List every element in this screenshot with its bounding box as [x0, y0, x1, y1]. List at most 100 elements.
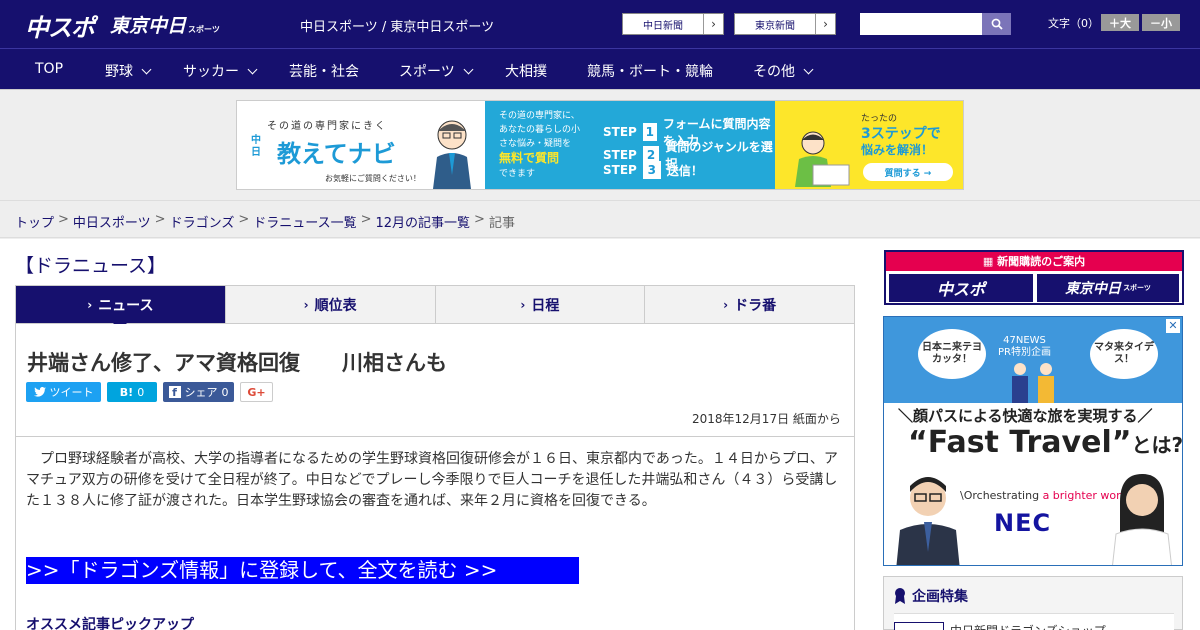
banner-ask-button[interactable]: 質問する →	[863, 163, 953, 181]
paper-button-label: 東京新聞	[755, 20, 795, 32]
search-input[interactable]	[860, 13, 982, 35]
subscribe-chuspo-logo[interactable]: 中スポ	[889, 274, 1033, 302]
ad-line-2-main: “Fast Travel”	[908, 425, 1132, 460]
chunichi-shimbun-button[interactable]: 中日新聞 ›	[622, 13, 724, 35]
register-cta-link[interactable]: >>「ドラゴンズ情報」に登録して、全文を読む >>	[26, 557, 579, 584]
chevron-right-icon: ›	[303, 297, 309, 312]
chuspo-logo[interactable]: 中スポ	[25, 8, 95, 43]
ad-line-2-suffix: とは?	[1131, 433, 1183, 457]
subscription-heading-label: 新聞購読のご案内	[997, 255, 1086, 268]
oshiete-navi-banner[interactable]: その道の専門家にきく 中日 教えてナビ お気軽にご質問ください！ その道の専門家…	[236, 100, 964, 190]
google-plus-button[interactable]: G+	[240, 382, 273, 402]
nav-entertainment[interactable]: 芸能・社会	[289, 61, 359, 81]
article-body: プロ野球経験者が高校、大学の指導者になるための学生野球資格回復研修会が１６日、東…	[26, 451, 838, 509]
breadcrumb-separator: >	[360, 212, 372, 227]
tab-news[interactable]: › ニュース	[16, 286, 226, 330]
article-date: 2018年12月17日 紙面から	[692, 412, 841, 426]
subscribe-tokyo-text: 東京中日	[1065, 281, 1122, 297]
breadcrumb-link-dragons[interactable]: ドラゴンズ	[170, 212, 235, 231]
tweet-button[interactable]: ツイート	[26, 382, 101, 402]
tokyo-shimbun-button[interactable]: 東京新聞 ›	[734, 13, 836, 35]
man-photo	[896, 477, 960, 565]
chevron-right-icon: ›	[520, 297, 526, 312]
facebook-share-button[interactable]: f シェア 0	[163, 382, 234, 402]
close-icon[interactable]: ✕	[1166, 319, 1180, 333]
hatena-count: 0	[137, 385, 145, 399]
banner-mid-copy: その道の専門家に、あなたの暮らしの小さな悩み・疑問を	[499, 111, 581, 149]
nec-fast-travel-ad[interactable]: 日本ニ来テヨカッタ！ マタ来タイデス！ 47NEWS PR特別企画 ✕ ＼顔パス…	[883, 316, 1183, 566]
ad-orch-prefix: \Orchestrating	[960, 489, 1040, 502]
breadcrumb-link-news-list[interactable]: ドラニュース一覧	[253, 212, 356, 231]
breadcrumb-link-december[interactable]: 12月の記事一覧	[376, 212, 471, 231]
nav-soccer[interactable]: サッカー	[183, 61, 258, 81]
ad-bubble-right: マタ来タイデス！	[1090, 329, 1158, 379]
nav-label: TOP	[35, 61, 64, 77]
nav-label: 大相撲	[505, 64, 547, 80]
hatena-icon: B!	[119, 385, 134, 399]
tab-label: ドラ番	[734, 297, 777, 314]
nav-top[interactable]: TOP	[35, 61, 63, 77]
banner-brand-small: 中日	[251, 135, 261, 158]
ad-orchestrating: \Orchestrating a brighter world	[960, 489, 1131, 502]
banner-step: STEP 3 送信！	[603, 161, 703, 179]
feature-item[interactable]: 中日新聞ドラゴンズショップ	[894, 613, 1174, 630]
step-label: STEP	[603, 125, 637, 139]
banner-mid-panel: その道の専門家に、あなたの暮らしの小さな悩み・疑問を 無料で質問 できます ST…	[485, 101, 775, 189]
nav-sports[interactable]: スポーツ	[399, 61, 474, 81]
feature-item-label: 中日新聞ドラゴンズショップ	[950, 622, 1106, 630]
nav-label: 競馬・ボート・競輪	[587, 64, 713, 80]
nec-logo: NEC	[994, 509, 1052, 537]
chevron-down-icon	[247, 64, 258, 74]
nav-label: 芸能・社会	[289, 64, 359, 80]
breadcrumb-link-top[interactable]: トップ	[15, 212, 54, 231]
tab-standings[interactable]: › 順位表	[225, 286, 436, 323]
ad-body-panel: ＼顔パスによる快適な旅を実現する／ “Fast Travel”とは? \Orch…	[884, 403, 1183, 565]
chevron-right-icon: ›	[703, 14, 723, 34]
ad-line-1: ＼顔パスによる快適な旅を実現する／	[898, 407, 1153, 425]
consultant-illustration	[433, 120, 471, 189]
tokyo-chunichi-logo[interactable]: 東京中日 スポーツ	[110, 11, 220, 38]
subscription-heading: ▦ 新聞購読のご案内	[886, 252, 1182, 271]
breadcrumb-link-chuspo[interactable]: 中日スポーツ	[73, 212, 151, 231]
chevron-right-icon: ›	[815, 14, 835, 34]
share-count: 0	[221, 385, 229, 399]
tweet-label: ツイート	[49, 386, 94, 399]
hatena-button[interactable]: B! 0	[107, 382, 157, 402]
banner-right-panel: たったの 3ステップで 悩みを解消！ 質問する →	[775, 101, 963, 189]
ad-bubble-left: 日本ニ来テヨカッタ！	[918, 329, 986, 379]
banner-left-panel: その道の専門家にきく 中日 教えてナビ お気軽にご質問ください！	[237, 101, 485, 189]
subscribe-tokyo-logo[interactable]: 東京中日 スポーツ	[1037, 274, 1179, 302]
banner-right-big: 3ステップで	[861, 126, 941, 142]
subscription-box[interactable]: ▦ 新聞購読のご案内 中スポ 東京中日 スポーツ	[884, 250, 1184, 305]
dora-tabs: › ニュース › 順位表 › 日程 › ドラ番	[15, 285, 855, 330]
breadcrumb-current: 記事	[488, 216, 515, 231]
nav-other[interactable]: その他	[753, 61, 814, 81]
feature-title: 企画特集	[894, 586, 968, 606]
breadcrumb-separator: >	[154, 212, 166, 227]
tab-label: 日程	[531, 297, 560, 314]
breadcrumb: トップ > 中日スポーツ > ドラゴンズ > ドラニュース一覧 > 12月の記事…	[15, 212, 515, 231]
font-size-label: 文字（0）	[1048, 17, 1099, 30]
article-divider	[16, 436, 854, 437]
tab-schedule[interactable]: › 日程	[435, 286, 646, 323]
nav-label: 野球	[105, 64, 133, 80]
twitter-icon	[33, 387, 46, 397]
nav-baseball[interactable]: 野球	[105, 61, 152, 81]
font-larger-button[interactable]: ＋大	[1101, 14, 1139, 31]
nav-racing[interactable]: 競馬・ボート・競輪	[587, 61, 713, 81]
step-label: STEP	[603, 148, 637, 162]
tab-dorabon[interactable]: › ドラ番	[645, 286, 854, 323]
chevron-down-icon	[463, 64, 474, 74]
tab-label: ニュース	[98, 297, 154, 314]
nav-sumo[interactable]: 大相撲	[505, 61, 547, 81]
font-smaller-button[interactable]: －小	[1142, 14, 1180, 31]
feature-box: 企画特集 中日新聞ドラゴンズショップ	[883, 576, 1183, 630]
search-button[interactable]	[982, 13, 1011, 35]
subscribe-tokyo-small: スポーツ	[1123, 284, 1151, 292]
google-plus-icon: G+	[247, 385, 266, 399]
ad-top-panel: 日本ニ来テヨカッタ！ マタ来タイデス！ 47NEWS PR特別企画	[884, 317, 1182, 403]
person-laptop-illustration	[795, 131, 850, 187]
nav-divider	[0, 89, 1200, 90]
chevron-right-icon: ›	[723, 297, 729, 312]
site-name: 中日スポーツ / 東京中日スポーツ	[300, 20, 495, 35]
